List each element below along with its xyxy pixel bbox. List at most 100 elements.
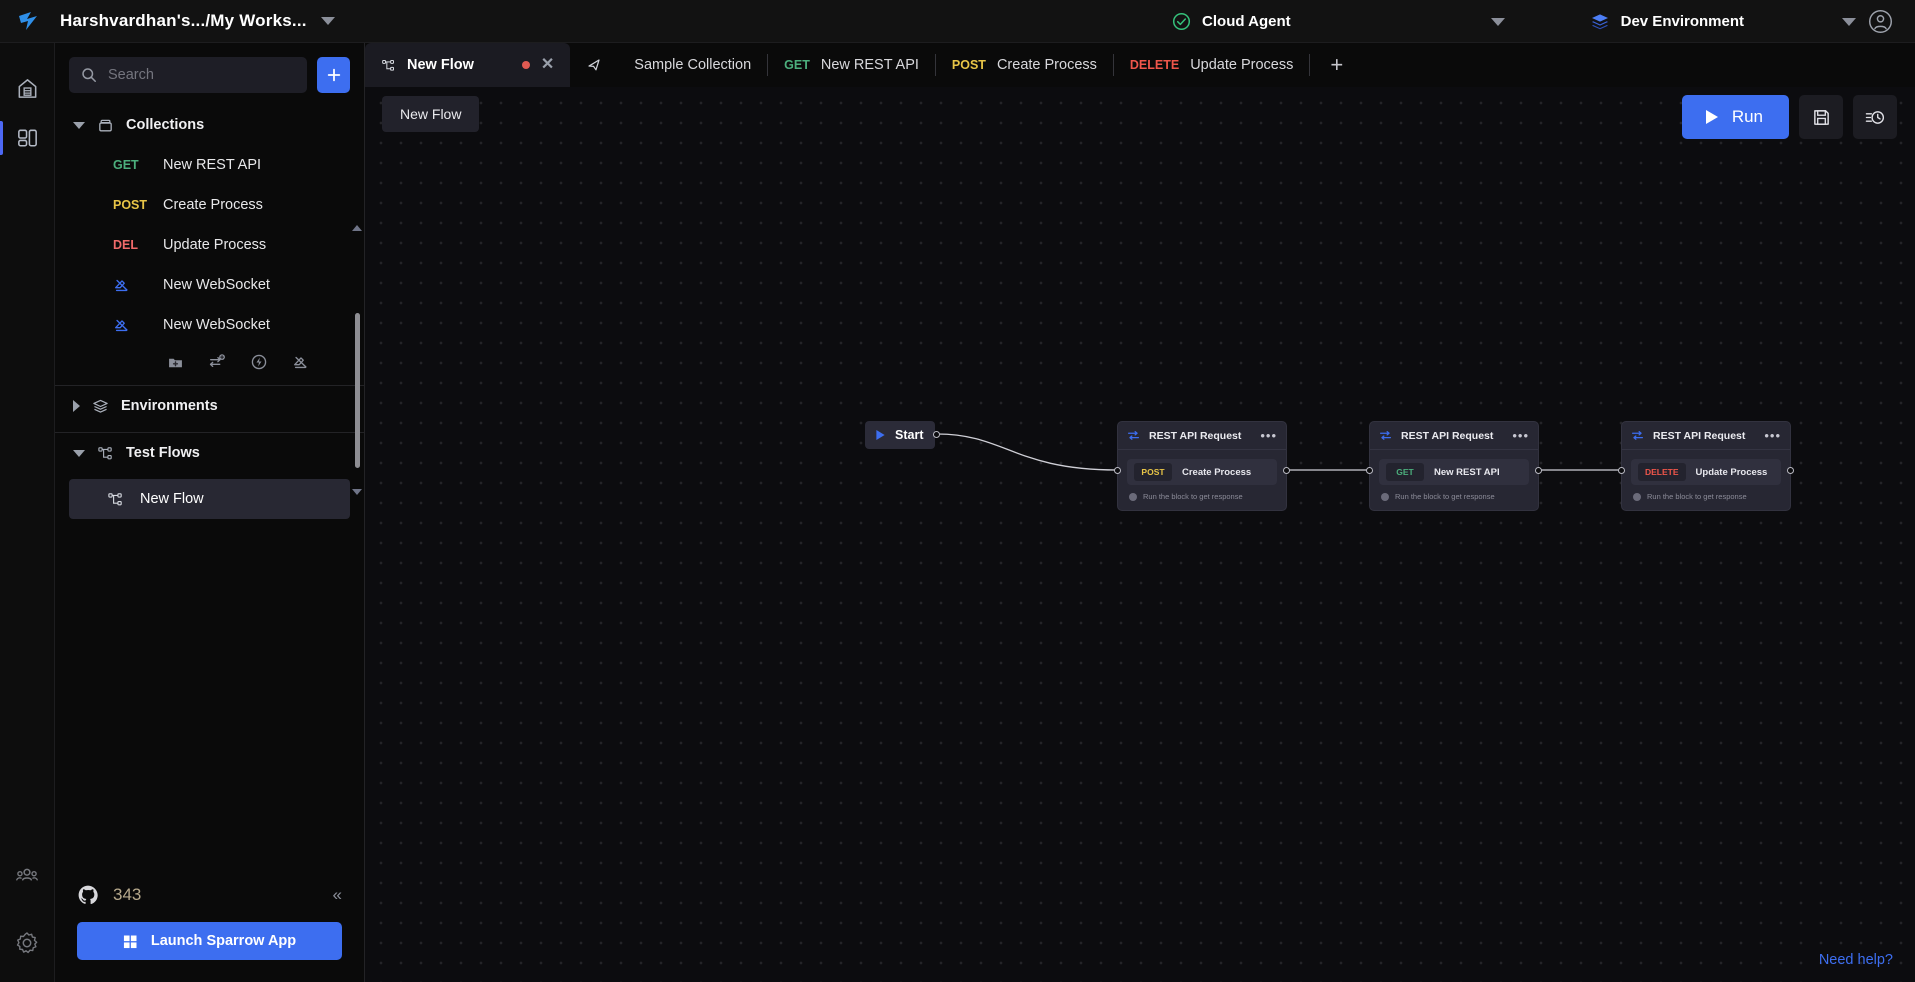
sidebar-request-item[interactable]: POST Create Process: [55, 185, 364, 225]
scrollbar-thumb[interactable]: [354, 313, 360, 468]
node-body: DELETE Update Process Run the block to g…: [1622, 450, 1790, 510]
node1-input-port[interactable]: [1114, 467, 1121, 474]
chevron-right-icon[interactable]: [73, 400, 80, 412]
sidebar-section-collections[interactable]: Collections: [55, 105, 364, 145]
github-icon: [77, 884, 99, 906]
node-hint-label: Run the block to get response: [1395, 492, 1495, 501]
close-icon[interactable]: ✕: [541, 57, 554, 73]
layers-icon: [1590, 12, 1610, 32]
layers-icon: [92, 398, 109, 415]
flow-canvas[interactable]: New Flow Run Start REST API Request ••• …: [365, 87, 1915, 982]
environment-chevron-down-icon[interactable]: [1842, 17, 1856, 26]
node-request-selector[interactable]: DELETE Update Process: [1631, 459, 1781, 485]
node-title: REST API Request: [1653, 429, 1746, 442]
sidebar-request-item[interactable]: DEL Update Process: [55, 225, 364, 265]
workspace-selector[interactable]: Harshvardhan's.../My Works...: [60, 11, 335, 31]
flow-title-chip: New Flow: [382, 96, 480, 132]
add-folder-icon[interactable]: [167, 354, 184, 371]
more-horizontal-icon[interactable]: •••: [1512, 429, 1529, 442]
add-websocket-icon[interactable]: [292, 353, 310, 371]
app-root: Harshvardhan's.../My Works... Cloud Agen…: [0, 0, 1915, 982]
search-box[interactable]: [69, 57, 307, 93]
run-button-label: Run: [1731, 107, 1763, 126]
tab-new-flow[interactable]: New Flow ✕: [365, 43, 571, 87]
search-input[interactable]: [108, 67, 295, 83]
more-horizontal-icon[interactable]: •••: [1764, 429, 1781, 442]
sidebar-section-test-flows[interactable]: Test Flows: [55, 433, 364, 473]
node-request-selector[interactable]: POST Create Process: [1127, 459, 1277, 485]
start-node-label: Start: [895, 428, 924, 442]
sidebar-request-item[interactable]: GET New REST API: [55, 145, 364, 185]
node2-input-port[interactable]: [1366, 467, 1373, 474]
play-icon: [1704, 108, 1720, 126]
sidebar-scrollbar[interactable]: [352, 225, 362, 495]
tab-label: Sample Collection: [634, 57, 752, 73]
sidebar-item-new-flow[interactable]: New Flow: [69, 479, 350, 519]
rail-item-workspace[interactable]: [0, 113, 55, 163]
http-exchange-icon: [1379, 429, 1392, 442]
need-help-link[interactable]: Need help?: [1819, 952, 1893, 968]
tab-method-badge: POST: [951, 58, 986, 72]
chevron-down-icon[interactable]: [73, 449, 85, 457]
sidebar-websocket-item[interactable]: New WebSocket: [55, 265, 364, 305]
tab-update-process[interactable]: DELETE Update Process: [1114, 43, 1309, 87]
collections-grid-icon: [15, 126, 40, 151]
sparrow-bird-logo-icon[interactable]: [0, 10, 60, 32]
rail-item-settings[interactable]: [0, 918, 55, 968]
node2-output-port[interactable]: [1535, 467, 1542, 474]
sidebar: Collections GET New REST API POST Create…: [55, 43, 365, 982]
chevron-down-icon[interactable]: [73, 121, 85, 129]
node-request-name: New REST API: [1434, 466, 1500, 478]
workspace-name: Harshvardhan's.../My Works...: [60, 11, 307, 30]
main-area: New Flow ✕ Sample Collection GET New RES…: [365, 43, 1915, 982]
node-body: GET New REST API Run the block to get re…: [1370, 450, 1538, 510]
user-avatar-icon[interactable]: [1856, 9, 1915, 34]
add-request-icon[interactable]: [208, 353, 226, 371]
plus-icon: [326, 67, 342, 83]
websocket-icon: [113, 316, 163, 334]
sidebar-section-label: Test Flows: [126, 445, 200, 461]
http-exchange-icon: [1631, 429, 1644, 442]
node-request-name: Update Process: [1695, 466, 1768, 478]
github-stars[interactable]: 343 «: [77, 868, 342, 922]
node-request-selector[interactable]: GET New REST API: [1379, 459, 1529, 485]
sidebar-search-row: [55, 43, 364, 105]
rail-item-team[interactable]: [0, 850, 55, 900]
flow-node-rest-api-2[interactable]: REST API Request ••• GET New REST API Ru…: [1369, 421, 1539, 511]
start-node-output-port[interactable]: [933, 431, 940, 438]
add-new-button[interactable]: [317, 57, 350, 93]
scroll-up-arrow-icon[interactable]: [352, 225, 362, 231]
add-flow-icon[interactable]: [250, 353, 268, 371]
run-history-button[interactable]: [1853, 95, 1897, 139]
environment-label: Dev Environment: [1620, 13, 1744, 30]
search-icon: [81, 67, 97, 83]
tab-sample-collection[interactable]: Sample Collection: [570, 43, 767, 87]
new-tab-plus-icon[interactable]: +: [1310, 54, 1363, 76]
node1-output-port[interactable]: [1283, 467, 1290, 474]
chevron-down-icon[interactable]: [320, 17, 335, 25]
request-method-badge: DEL: [113, 238, 138, 252]
launch-sparrow-app-button[interactable]: Launch Sparrow App: [77, 922, 342, 960]
sidebar-websocket-item[interactable]: New WebSocket: [55, 305, 364, 345]
environment-selector[interactable]: Dev Environment: [1580, 0, 1754, 43]
scroll-down-arrow-icon[interactable]: [352, 489, 362, 495]
more-horizontal-icon[interactable]: •••: [1260, 429, 1277, 442]
sidebar-section-environments[interactable]: Environments: [55, 386, 364, 426]
tab-new-rest-api[interactable]: GET New REST API: [768, 43, 935, 87]
save-flow-button[interactable]: [1799, 95, 1843, 139]
tab-create-process[interactable]: POST Create Process: [936, 43, 1113, 87]
rail-item-home[interactable]: [0, 63, 55, 113]
flow-node-rest-api-1[interactable]: REST API Request ••• POST Create Process…: [1117, 421, 1287, 511]
request-name: Create Process: [163, 197, 263, 213]
unsaved-dot-icon: [521, 61, 530, 69]
launch-button-label: Launch Sparrow App: [150, 933, 297, 949]
cloud-agent-selector[interactable]: Cloud Agent: [1162, 0, 1301, 43]
chevron-double-left-icon[interactable]: «: [333, 885, 342, 905]
flow-node-start[interactable]: Start: [865, 421, 935, 449]
run-button[interactable]: Run: [1681, 95, 1789, 139]
tab-label: Create Process: [996, 57, 1097, 73]
flow-node-rest-api-3[interactable]: REST API Request ••• DELETE Update Proce…: [1621, 421, 1791, 511]
node3-input-port[interactable]: [1618, 467, 1625, 474]
node3-output-port[interactable]: [1787, 467, 1794, 474]
agent-chevron-down-icon[interactable]: [1490, 17, 1505, 26]
